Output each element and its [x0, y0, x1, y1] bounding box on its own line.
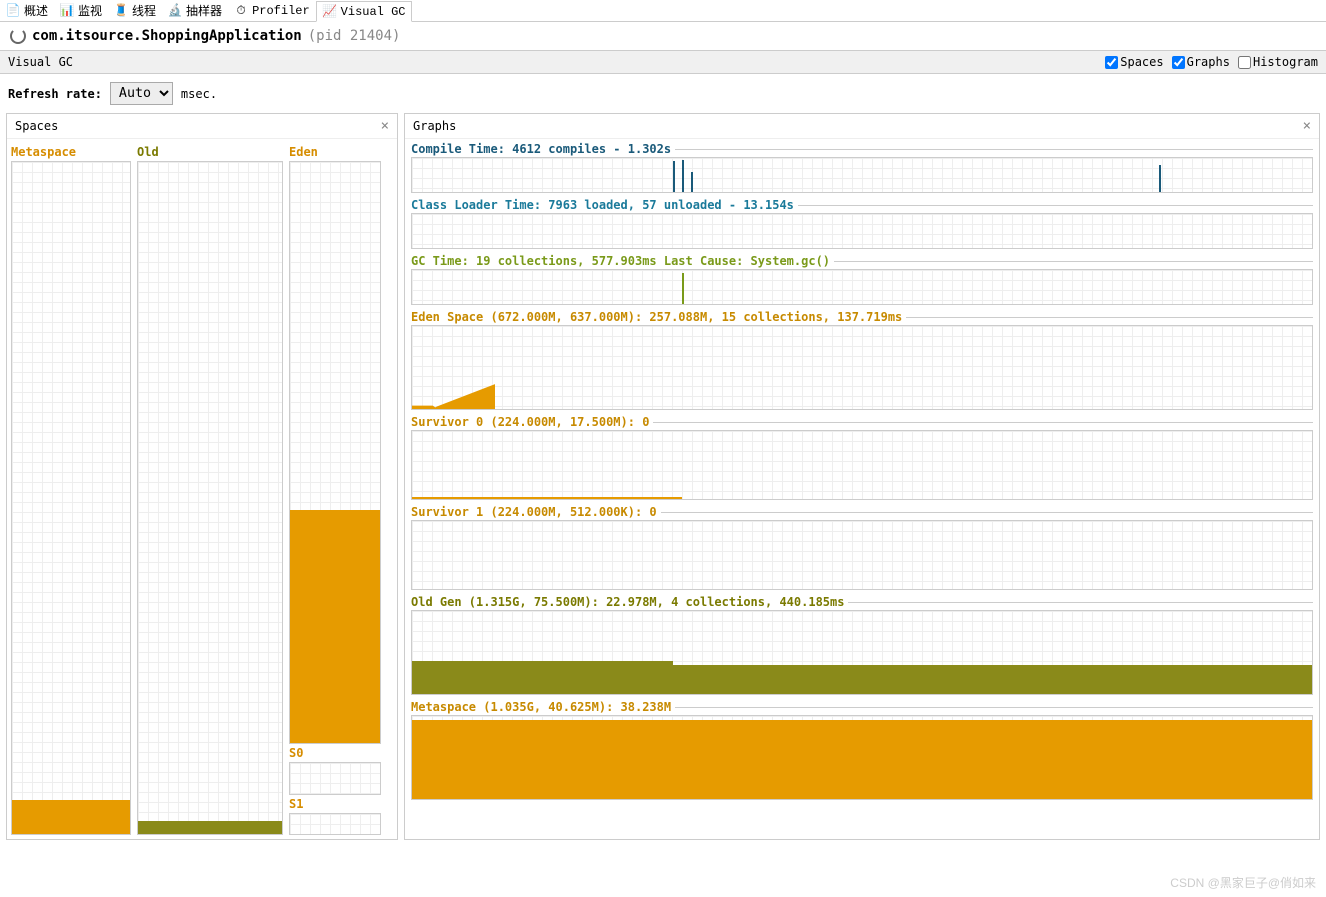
chart-icon: 📊 — [60, 4, 74, 18]
compile-title: Compile Time: 4612 compiles - 1.302s — [411, 141, 1313, 157]
metaspace-graph — [411, 715, 1313, 800]
s0-label: S0 — [289, 744, 381, 762]
sampler-icon: 🔬 — [168, 4, 182, 18]
app-title-row: com.itsource.ShoppingApplication (pid 21… — [0, 22, 1326, 50]
spaces-title: Spaces — [15, 119, 58, 133]
classloader-graph — [411, 213, 1313, 249]
gc-graph — [411, 269, 1313, 305]
tab-overview[interactable]: 📄概述 — [0, 0, 54, 21]
s1-title: Survivor 1 (224.000M, 512.000K): 0 — [411, 504, 1313, 520]
oldgen-graph — [411, 610, 1313, 695]
clock-icon: ⏱ — [234, 4, 248, 18]
app-name: com.itsource.ShoppingApplication — [32, 28, 302, 44]
gc-title: GC Time: 19 collections, 577.903ms Last … — [411, 253, 1313, 269]
metaspace-bar — [11, 161, 131, 835]
s0-graph — [411, 430, 1313, 500]
main-tabs: 📄概述 📊监视 🧵线程 🔬抽样器 ⏱Profiler 📈Visual GC — [0, 0, 1326, 22]
refresh-label: Refresh rate: — [8, 87, 102, 101]
app-pid: (pid 21404) — [308, 28, 401, 44]
close-icon[interactable]: × — [381, 118, 389, 134]
s1-graph — [411, 520, 1313, 590]
watermark: CSDN @黑家巨子@俏如来 — [1170, 874, 1316, 891]
eden-label: Eden — [289, 143, 381, 161]
old-bar — [137, 161, 283, 835]
tab-sampler[interactable]: 🔬抽样器 — [162, 0, 228, 21]
sub-toolbar: Visual GC Spaces Graphs Histogram — [0, 50, 1326, 74]
graphs-panel: Graphs × Compile Time: 4612 compiles - 1… — [404, 113, 1320, 840]
gc-icon: 📈 — [323, 5, 337, 19]
metaspace-title: Metaspace (1.035G, 40.625M): 38.238M — [411, 699, 1313, 715]
s1-label: S1 — [289, 795, 381, 813]
eden-title: Eden Space (672.000M, 637.000M): 257.088… — [411, 309, 1313, 325]
classloader-title: Class Loader Time: 7963 loaded, 57 unloa… — [411, 197, 1313, 213]
graphs-title: Graphs — [413, 119, 456, 133]
metaspace-label: Metaspace — [11, 143, 131, 161]
tab-monitor[interactable]: 📊监视 — [54, 0, 108, 21]
check-spaces[interactable]: Spaces — [1105, 55, 1163, 69]
s1-bar — [289, 813, 381, 835]
s0-title: Survivor 0 (224.000M, 17.500M): 0 — [411, 414, 1313, 430]
tab-visual-gc[interactable]: 📈Visual GC — [316, 1, 413, 22]
subbar-title: Visual GC — [8, 55, 1097, 69]
compile-graph — [411, 157, 1313, 193]
loading-icon — [10, 28, 26, 44]
refresh-select[interactable]: Auto — [110, 82, 173, 105]
page-icon: 📄 — [6, 4, 20, 18]
s0-bar — [289, 762, 381, 796]
threads-icon: 🧵 — [114, 4, 128, 18]
eden-graph — [411, 325, 1313, 410]
refresh-unit: msec. — [181, 87, 217, 101]
close-icon[interactable]: × — [1303, 118, 1311, 134]
tab-profiler[interactable]: ⏱Profiler — [228, 0, 316, 21]
oldgen-title: Old Gen (1.315G, 75.500M): 22.978M, 4 co… — [411, 594, 1313, 610]
check-histogram[interactable]: Histogram — [1238, 55, 1318, 69]
spaces-panel: Spaces × Metaspace Old Eden S0 — [6, 113, 398, 840]
refresh-row: Refresh rate: Auto msec. — [0, 74, 1326, 113]
eden-bar — [289, 161, 381, 744]
old-label: Old — [137, 143, 283, 161]
check-graphs[interactable]: Graphs — [1172, 55, 1230, 69]
tab-threads[interactable]: 🧵线程 — [108, 0, 162, 21]
